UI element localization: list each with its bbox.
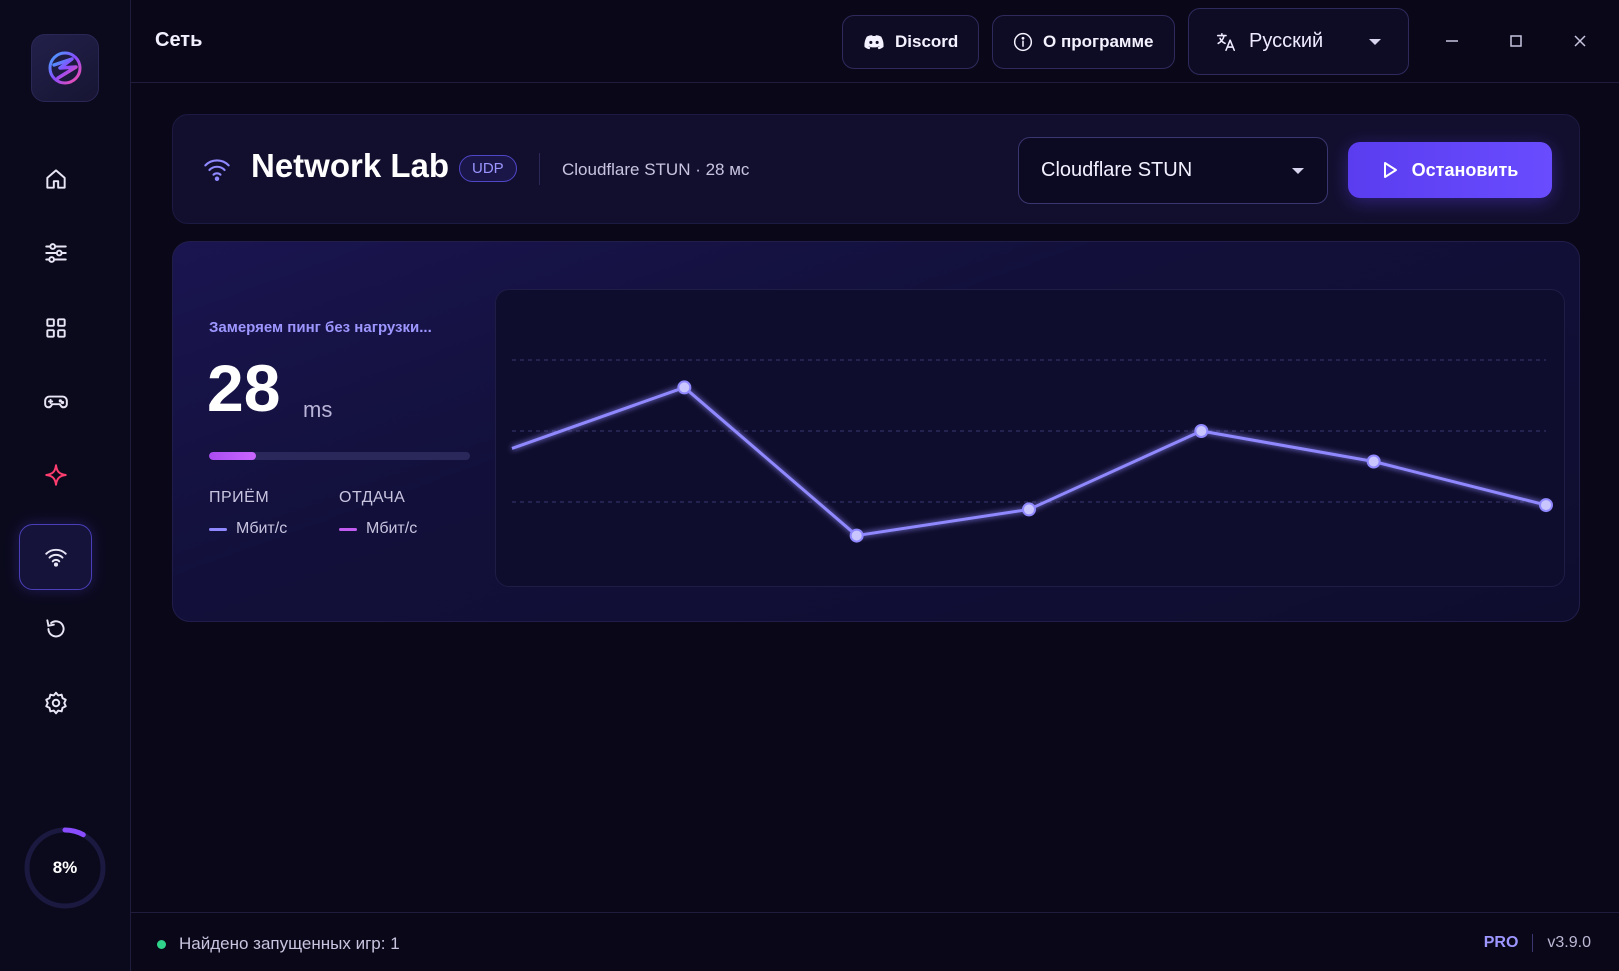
discord-icon — [864, 35, 884, 50]
minimize-icon — [1446, 40, 1458, 42]
protocol-badge: UDP — [459, 155, 517, 182]
ping-point — [1539, 498, 1553, 513]
info-icon — [1013, 32, 1033, 52]
page-title: Сеть — [155, 29, 203, 51]
about-button[interactable]: О программе — [992, 15, 1175, 69]
gamepad-icon — [43, 395, 68, 409]
measure-status: Замеряем пинг без нагрузки... — [209, 319, 432, 336]
maximize-button[interactable] — [1501, 26, 1531, 56]
sidebar-item-restore[interactable] — [19, 596, 92, 662]
discord-label: Discord — [895, 32, 959, 51]
server-select-value: Cloudflare STUN — [1041, 159, 1193, 181]
logo-icon — [48, 51, 82, 85]
server-latency-info: Cloudflare STUN · 28 мс — [562, 160, 750, 179]
translate-icon — [1216, 32, 1236, 51]
language-value: Русский — [1249, 30, 1324, 52]
games-status: Найдено запущенных игр: 1 — [157, 934, 400, 954]
progress-percent: 8% — [52, 858, 78, 877]
statusbar: Найдено запущенных игр: 1 PRO v3.9.0 — [131, 912, 1619, 971]
topbar: Сеть Discord О программе Русский — [131, 0, 1619, 83]
version-info: PRO v3.9.0 — [1484, 934, 1591, 952]
app-window: 8% Сеть Discord О программе Русский Netw… — [0, 0, 1619, 971]
sliders-icon — [44, 243, 67, 263]
sidebar: 8% — [0, 0, 131, 971]
home-icon — [45, 169, 66, 189]
page-heading: Network Lab — [251, 147, 450, 184]
discord-button[interactable]: Discord — [842, 15, 980, 69]
stop-button[interactable]: Остановить — [1348, 142, 1552, 198]
games-found-text: Найдено запущенных игр: 1 — [179, 934, 400, 953]
ping-chart-svg — [511, 359, 1553, 543]
sidebar-item-home[interactable] — [19, 146, 92, 212]
stop-label: Остановить — [1411, 159, 1519, 180]
chevron-down-icon — [1292, 167, 1304, 174]
close-icon — [1574, 35, 1586, 47]
app-logo[interactable] — [31, 34, 99, 102]
tx-value: Мбит/с — [339, 520, 417, 538]
ping-point — [849, 528, 864, 543]
close-button[interactable] — [1565, 26, 1595, 56]
ping-point — [1366, 454, 1381, 469]
ping-point — [1022, 502, 1036, 517]
ping-bar-fill — [209, 452, 256, 460]
sidebar-item-games[interactable] — [19, 369, 92, 435]
ping-panel: Замеряем пинг без нагрузки... 28 ms ПРИЁ… — [172, 241, 1580, 622]
optimization-progress: 8% — [23, 826, 107, 910]
wifi-icon — [204, 159, 230, 181]
chevron-down-icon — [1369, 38, 1381, 45]
sparkle-icon — [44, 464, 67, 486]
gear-icon — [44, 691, 67, 715]
ping-bar — [209, 452, 470, 460]
ping-point — [677, 380, 692, 395]
sidebar-item-settings[interactable] — [19, 670, 92, 736]
rx-legend-dash — [209, 527, 227, 531]
play-icon — [1383, 162, 1397, 178]
grid-icon — [45, 318, 66, 338]
divider — [1532, 934, 1534, 952]
sidebar-item-boost[interactable] — [19, 442, 92, 508]
ping-point — [1194, 424, 1209, 438]
ping-value: 28 — [207, 351, 281, 425]
sidebar-item-tweaks[interactable] — [19, 220, 92, 286]
tx-unit: Мбит/с — [366, 520, 418, 537]
about-label: О программе — [1043, 32, 1154, 51]
version-text: v3.9.0 — [1547, 934, 1591, 951]
tx-label: ОТДАЧА — [339, 489, 406, 506]
minimize-button[interactable] — [1437, 26, 1467, 56]
status-dot — [157, 939, 166, 949]
ping-unit: ms — [303, 397, 333, 422]
network-lab-header: Network Lab UDP Cloudflare STUN · 28 мс … — [172, 114, 1580, 224]
language-select[interactable]: Русский — [1188, 8, 1409, 75]
tx-legend-dash — [339, 527, 357, 531]
rx-label: ПРИЁМ — [209, 489, 270, 506]
rx-value: Мбит/с — [209, 520, 287, 538]
undo-icon — [45, 619, 64, 638]
wifi-icon — [44, 548, 67, 567]
maximize-icon — [1510, 35, 1522, 47]
ping-chart — [495, 289, 1565, 587]
server-select[interactable]: Cloudflare STUN — [1018, 137, 1328, 204]
rx-unit: Мбит/с — [236, 520, 288, 537]
sidebar-item-network[interactable] — [19, 524, 92, 590]
sidebar-item-apps[interactable] — [19, 295, 92, 361]
pro-badge: PRO — [1483, 934, 1519, 951]
divider — [539, 153, 540, 185]
